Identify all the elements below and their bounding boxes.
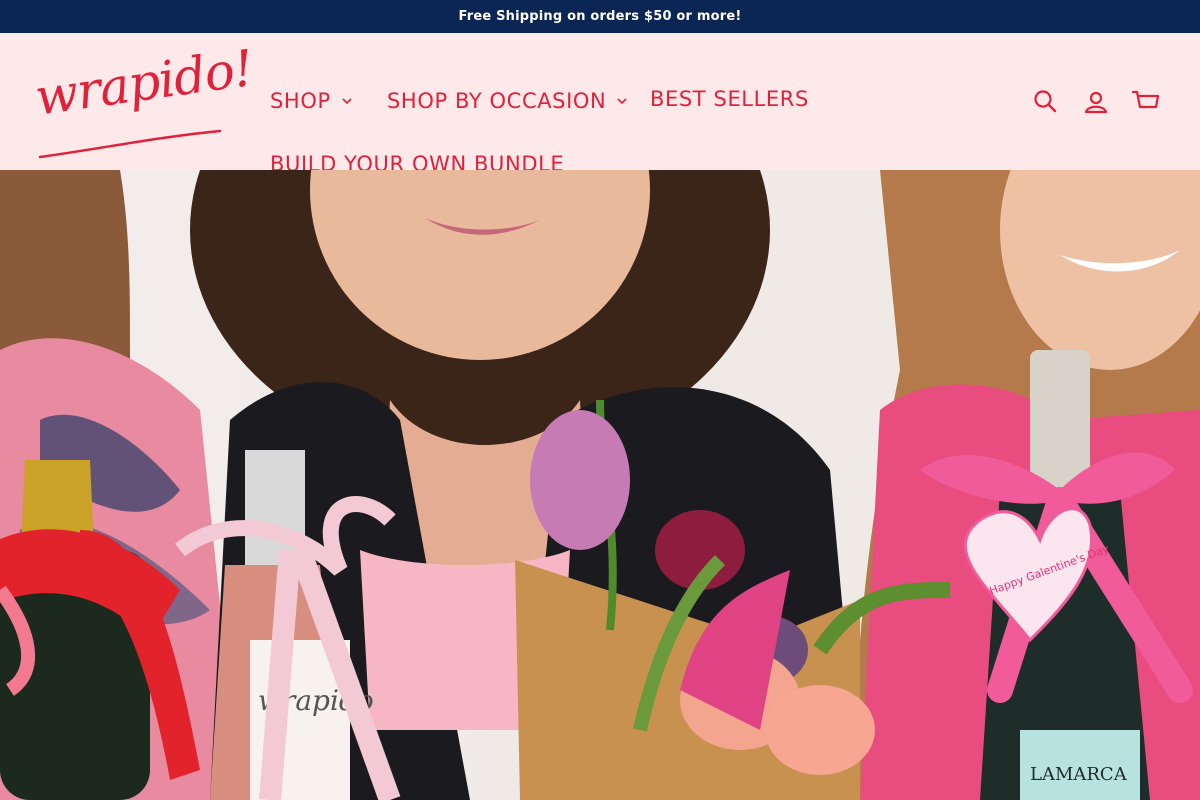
nav-shop[interactable]: SHOP bbox=[270, 89, 353, 113]
chevron-down-icon bbox=[342, 98, 352, 105]
cart-button[interactable] bbox=[1131, 86, 1161, 116]
chevron-down-icon bbox=[617, 98, 627, 105]
cart-icon bbox=[1132, 90, 1160, 109]
nav-best-sellers[interactable]: BEST SELLERS bbox=[650, 87, 809, 111]
search-button[interactable] bbox=[1030, 86, 1060, 116]
site-header: wrapido! SHOP SHOP BY OCCASION BEST SELL… bbox=[0, 33, 1200, 176]
account-button[interactable] bbox=[1081, 87, 1111, 117]
bottle-label-right: LAMARCA bbox=[1030, 764, 1128, 785]
hero-image[interactable]: wrapido LAMARCA Happy Galentine's Day bbox=[0, 170, 1200, 800]
search-icon bbox=[1034, 90, 1057, 113]
logo-text: wrapido! bbox=[31, 38, 257, 127]
announcement-text: Free Shipping on orders $50 or more! bbox=[458, 9, 742, 24]
announcement-bar: Free Shipping on orders $50 or more! bbox=[0, 0, 1200, 33]
brand-logo[interactable]: wrapido! bbox=[31, 37, 257, 138]
nav-best-label: BEST SELLERS bbox=[650, 87, 809, 111]
hero-illustration: wrapido LAMARCA Happy Galentine's Day bbox=[0, 170, 1200, 800]
nav-occasion-label: SHOP BY OCCASION bbox=[387, 89, 607, 113]
logo-underline bbox=[38, 129, 222, 159]
nav-shop-by-occasion[interactable]: SHOP BY OCCASION bbox=[387, 89, 628, 113]
account-icon bbox=[1084, 91, 1108, 114]
nav-shop-label: SHOP bbox=[270, 89, 331, 113]
